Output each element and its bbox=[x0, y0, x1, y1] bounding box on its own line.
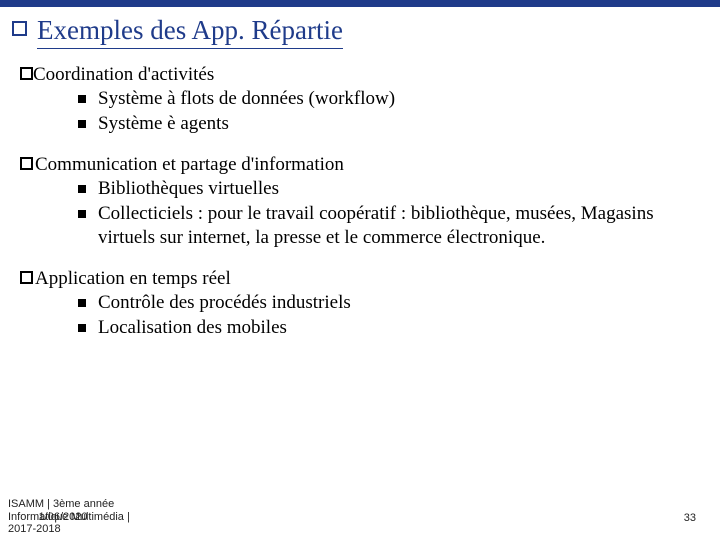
section-heading-text: Coordination d'activités bbox=[33, 63, 214, 87]
list-item: Système è agents bbox=[78, 112, 696, 136]
list-item-text: Contrôle des procédés industriels bbox=[98, 291, 351, 315]
filled-square-bullet-icon bbox=[78, 210, 86, 218]
filled-square-bullet-icon bbox=[78, 185, 86, 193]
title-row: Exemples des App. Répartie bbox=[0, 7, 720, 49]
page-number: 33 bbox=[684, 512, 712, 536]
top-accent-bar bbox=[0, 0, 720, 7]
section-heading: Application en temps réel bbox=[20, 267, 696, 291]
slide-title: Exemples des App. Répartie bbox=[37, 15, 343, 49]
list-item-text: Bibliothèques virtuelles bbox=[98, 177, 279, 201]
filled-square-bullet-icon bbox=[78, 120, 86, 128]
square-bullet-icon bbox=[20, 271, 33, 284]
list-item-text: Système è agents bbox=[98, 112, 229, 136]
section: Application en temps réelContrôle des pr… bbox=[20, 267, 696, 339]
footer-line: ISAMM | 3ème année bbox=[8, 498, 130, 511]
section-heading-text: Communication et partage d'information bbox=[35, 153, 344, 177]
list-item: Contrôle des procédés industriels bbox=[78, 291, 696, 315]
list-item: Collecticiels : pour le travail coopérat… bbox=[78, 202, 696, 250]
filled-square-bullet-icon bbox=[78, 299, 86, 307]
list-item: Localisation des mobiles bbox=[78, 316, 696, 340]
filled-square-bullet-icon bbox=[78, 95, 86, 103]
sublist: Contrôle des procédés industrielsLocalis… bbox=[20, 291, 696, 340]
footer-line: 2017-2018 bbox=[8, 523, 130, 536]
list-item-text: Localisation des mobiles bbox=[98, 316, 287, 340]
square-bullet-icon bbox=[20, 67, 33, 80]
content-area: Coordination d'activitésSystème à flots … bbox=[0, 49, 720, 340]
footer-left: ISAMM | 3ème annéeInformatique Multimédi… bbox=[8, 498, 130, 536]
hollow-square-bullet-icon bbox=[12, 21, 27, 36]
list-item: Bibliothèques virtuelles bbox=[78, 177, 696, 201]
list-item-text: Système à flots de données (workflow) bbox=[98, 87, 395, 111]
section: Coordination d'activitésSystème à flots … bbox=[20, 63, 696, 135]
section-heading: Coordination d'activités bbox=[20, 63, 696, 87]
list-item-text: Collecticiels : pour le travail coopérat… bbox=[98, 202, 696, 250]
sublist: Système à flots de données (workflow)Sys… bbox=[20, 87, 696, 136]
section-heading: Communication et partage d'information bbox=[20, 153, 696, 177]
square-bullet-icon bbox=[20, 157, 33, 170]
section: Communication et partage d'informationBi… bbox=[20, 153, 696, 249]
filled-square-bullet-icon bbox=[78, 324, 86, 332]
sublist: Bibliothèques virtuellesCollecticiels : … bbox=[20, 177, 696, 249]
section-heading-text: Application en temps réel bbox=[35, 267, 231, 291]
footer: ISAMM | 3ème annéeInformatique Multimédi… bbox=[8, 498, 712, 536]
list-item: Système à flots de données (workflow) bbox=[78, 87, 696, 111]
